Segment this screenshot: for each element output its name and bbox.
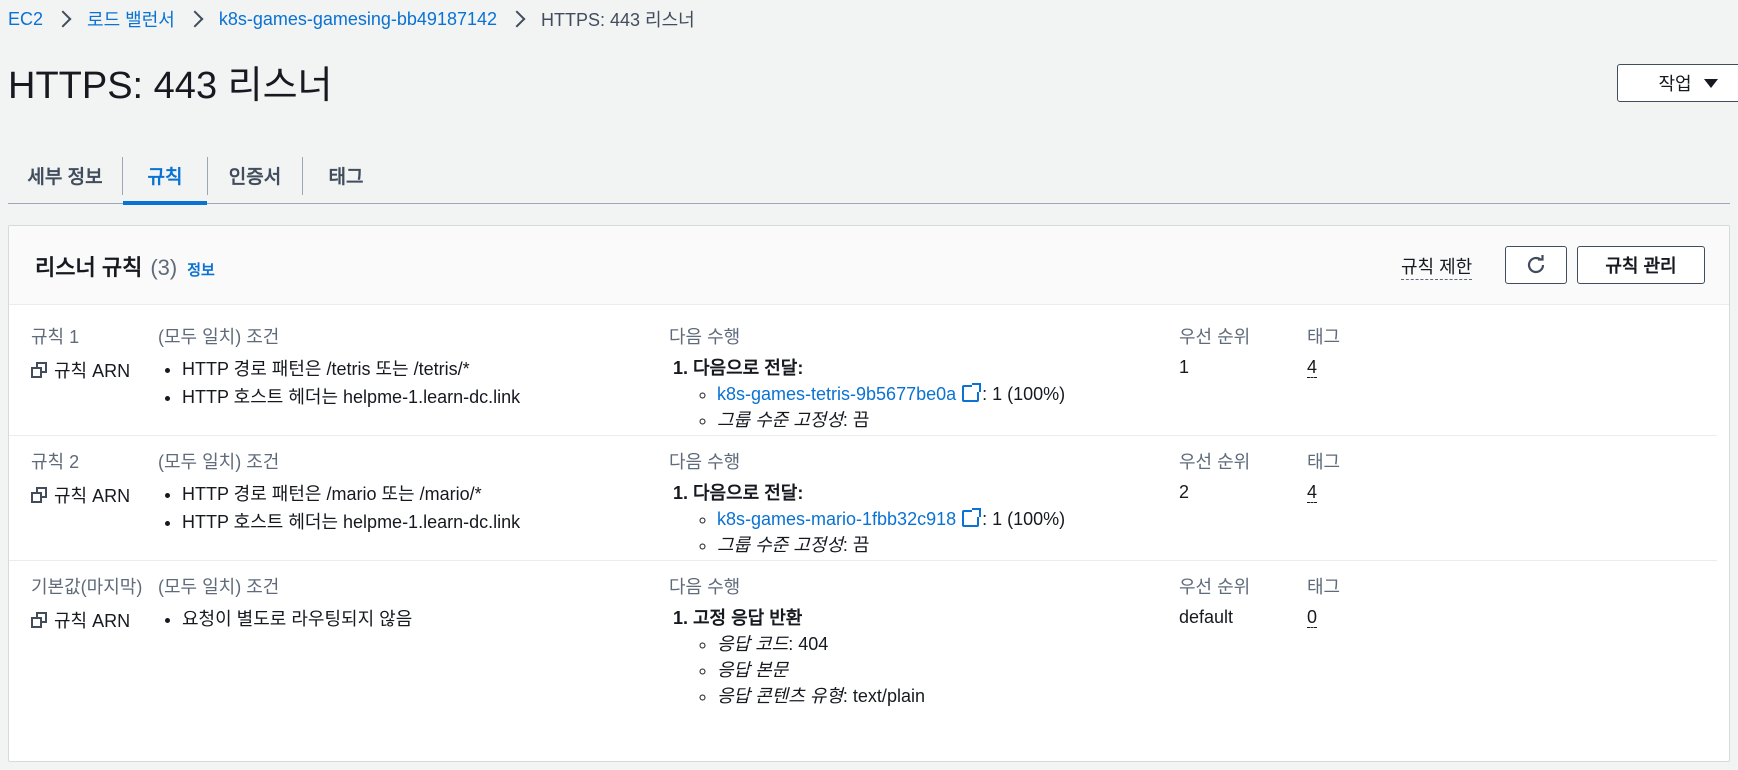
condition-item: HTTP 호스트 헤더는 helpme-1.learn-dc.link bbox=[182, 508, 520, 536]
tags-count-link[interactable]: 4 bbox=[1307, 357, 1318, 378]
action-header: 다음 수행 bbox=[669, 577, 741, 597]
panel-header: 리스너 규칙 (3) 정보 규칙 제한 규칙 관리 bbox=[9, 226, 1729, 305]
rule-row: 기본값(마지막) 규칙 ARN (모두 일치) 조건 요청이 별도로 라우팅되지… bbox=[9, 561, 1717, 711]
copy-rule-arn-button[interactable]: 규칙 ARN bbox=[31, 482, 130, 508]
conditions-list: HTTP 경로 패턴은 /mario 또는 /mario/* HTTP 호스트 … bbox=[158, 480, 520, 536]
conditions-header: (모두 일치) 조건 bbox=[158, 327, 280, 347]
condition-item: HTTP 호스트 헤더는 helpme-1.learn-dc.link bbox=[182, 383, 520, 411]
breadcrumb-load-balancer[interactable]: k8s-games-gamesing-bb49187142 bbox=[219, 9, 497, 30]
actions-list: 고정 응답 반환 응답 코드: 404 응답 본문 응답 콘텐츠 유형: tex… bbox=[669, 605, 925, 709]
content-type-item: 응답 콘텐츠 유형: text/plain bbox=[717, 683, 925, 709]
action-title: 다음으로 전달: bbox=[693, 483, 804, 503]
external-link-icon bbox=[962, 508, 982, 527]
chevron-right-icon bbox=[508, 10, 526, 28]
page-title: HTTPS: 443 리스너 bbox=[8, 65, 333, 107]
rule-name: 기본값(마지막) bbox=[31, 577, 143, 597]
action-item: 고정 응답 반환 응답 코드: 404 응답 본문 응답 콘텐츠 유형: tex… bbox=[693, 605, 925, 709]
tags-header: 태그 bbox=[1307, 452, 1341, 472]
panel-title-text: 리스너 규칙 bbox=[35, 255, 143, 280]
actions-dropdown-button[interactable]: 작업 bbox=[1617, 64, 1738, 102]
breadcrumb-load-balancers[interactable]: 로드 밸런서 bbox=[87, 6, 175, 32]
rule-row: 규칙 1 규칙 ARN (모두 일치) 조건 HTTP 경로 패턴은 /tetr… bbox=[9, 305, 1717, 436]
listener-rules-panel: 리스너 규칙 (3) 정보 규칙 제한 규칙 관리 규칙 1 규칙 ARN (모… bbox=[8, 225, 1730, 762]
conditions-header: (모두 일치) 조건 bbox=[158, 452, 280, 472]
response-body-item: 응답 본문 bbox=[717, 657, 925, 683]
conditions-list: HTTP 경로 패턴은 /tetris 또는 /tetris/* HTTP 호스… bbox=[158, 355, 520, 411]
breadcrumb-current: HTTPS: 443 리스너 bbox=[541, 10, 695, 30]
actions-list: 다음으로 전달: k8s-games-mario-1fbb32c918 : 1 (… bbox=[669, 480, 1065, 558]
target-group-item: k8s-games-mario-1fbb32c918 : 1 (100%) bbox=[717, 506, 1065, 532]
tags-count-link[interactable]: 4 bbox=[1307, 482, 1318, 503]
copy-icon bbox=[31, 611, 48, 629]
rule-name: 규칙 1 bbox=[31, 327, 80, 347]
rule-arn-label: 규칙 ARN bbox=[54, 611, 131, 631]
priority-header: 우선 순위 bbox=[1179, 327, 1251, 347]
stickiness-value: : 끔 bbox=[842, 535, 870, 555]
action-title: 다음으로 전달: bbox=[693, 358, 804, 378]
action-header: 다음 수행 bbox=[669, 452, 741, 472]
tags-header: 태그 bbox=[1307, 327, 1341, 347]
condition-item: HTTP 경로 패턴은 /tetris 또는 /tetris/* bbox=[182, 355, 520, 383]
tags-count-link[interactable]: 0 bbox=[1307, 607, 1318, 628]
response-code-item: 응답 코드: 404 bbox=[717, 631, 925, 657]
actions-list: 다음으로 전달: k8s-games-tetris-9b5677be0a : 1 … bbox=[669, 355, 1065, 433]
copy-rule-arn-button[interactable]: 규칙 ARN bbox=[31, 357, 130, 383]
breadcrumb: EC2 로드 밸런서 k8s-games-gamesing-bb49187142… bbox=[8, 6, 695, 32]
priority-value: default bbox=[1179, 607, 1234, 627]
tab-certificates[interactable]: 인증서 bbox=[208, 148, 302, 203]
copy-icon bbox=[31, 486, 48, 504]
priority-value: 1 bbox=[1179, 357, 1190, 377]
tags-header: 태그 bbox=[1307, 577, 1341, 597]
stickiness-label: 그룹 수준 고정성 bbox=[717, 410, 843, 430]
stickiness-item: 그룹 수준 고정성: 끔 bbox=[717, 532, 1065, 558]
refresh-icon bbox=[1527, 255, 1545, 274]
rule-limits-link[interactable]: 규칙 제한 bbox=[1401, 253, 1473, 280]
target-group-link[interactable]: k8s-games-mario-1fbb32c918 bbox=[717, 509, 956, 529]
action-item: 다음으로 전달: k8s-games-mario-1fbb32c918 : 1 (… bbox=[693, 480, 1065, 558]
rule-arn-label: 규칙 ARN bbox=[54, 486, 131, 506]
action-item: 다음으로 전달: k8s-games-tetris-9b5677be0a : 1 … bbox=[693, 355, 1065, 433]
condition-item: 요청이 별도로 라우팅되지 않음 bbox=[182, 605, 412, 633]
refresh-button[interactable] bbox=[1505, 246, 1567, 284]
condition-item: HTTP 경로 패턴은 /mario 또는 /mario/* bbox=[182, 480, 520, 508]
copy-rule-arn-button[interactable]: 규칙 ARN bbox=[31, 607, 142, 633]
stickiness-value: : 끔 bbox=[842, 410, 870, 430]
stickiness-label: 그룹 수준 고정성 bbox=[717, 535, 843, 555]
breadcrumb-ec2[interactable]: EC2 bbox=[8, 9, 43, 30]
actions-label: 작업 bbox=[1658, 74, 1692, 94]
response-code-label: 응답 코드 bbox=[717, 634, 789, 654]
panel-title: 리스너 규칙 (3) 정보 bbox=[35, 250, 215, 282]
target-group-item: k8s-games-tetris-9b5677be0a : 1 (100%) bbox=[717, 381, 1065, 407]
target-weight: : 1 (100%) bbox=[982, 384, 1066, 404]
conditions-list: 요청이 별도로 라우팅되지 않음 bbox=[158, 605, 412, 633]
chevron-right-icon bbox=[186, 10, 204, 28]
priority-header: 우선 순위 bbox=[1179, 452, 1251, 472]
target-group-link[interactable]: k8s-games-tetris-9b5677be0a bbox=[717, 384, 956, 404]
stickiness-item: 그룹 수준 고정성: 끔 bbox=[717, 407, 1065, 433]
tab-bar: 세부 정보 규칙 인증서 태그 bbox=[8, 148, 1730, 205]
response-code-value: : 404 bbox=[788, 634, 829, 654]
copy-icon bbox=[31, 361, 48, 379]
action-title: 고정 응답 반환 bbox=[693, 608, 803, 628]
tab-tags[interactable]: 태그 bbox=[303, 148, 389, 203]
rule-name: 규칙 2 bbox=[31, 452, 80, 472]
tab-details[interactable]: 세부 정보 bbox=[8, 148, 122, 203]
chevron-right-icon bbox=[54, 10, 72, 28]
rule-arn-label: 규칙 ARN bbox=[54, 361, 131, 381]
target-weight: : 1 (100%) bbox=[982, 509, 1066, 529]
rule-row: 규칙 2 규칙 ARN (모두 일치) 조건 HTTP 경로 패턴은 /mari… bbox=[9, 436, 1717, 561]
conditions-header: (모두 일치) 조건 bbox=[158, 577, 280, 597]
response-body-label: 응답 본문 bbox=[717, 660, 789, 680]
tab-rules[interactable]: 규칙 bbox=[123, 148, 207, 205]
content-type-value: : text/plain bbox=[842, 686, 925, 706]
priority-value: 2 bbox=[1179, 482, 1190, 502]
priority-header: 우선 순위 bbox=[1179, 577, 1251, 597]
rule-count: (3) bbox=[150, 255, 178, 280]
caret-down-icon bbox=[1703, 78, 1718, 88]
action-header: 다음 수행 bbox=[669, 327, 741, 347]
content-type-label: 응답 콘텐츠 유형 bbox=[717, 686, 843, 706]
info-link[interactable]: 정보 bbox=[187, 259, 215, 280]
external-link-icon bbox=[962, 383, 982, 402]
manage-rules-button[interactable]: 규칙 관리 bbox=[1577, 246, 1705, 284]
